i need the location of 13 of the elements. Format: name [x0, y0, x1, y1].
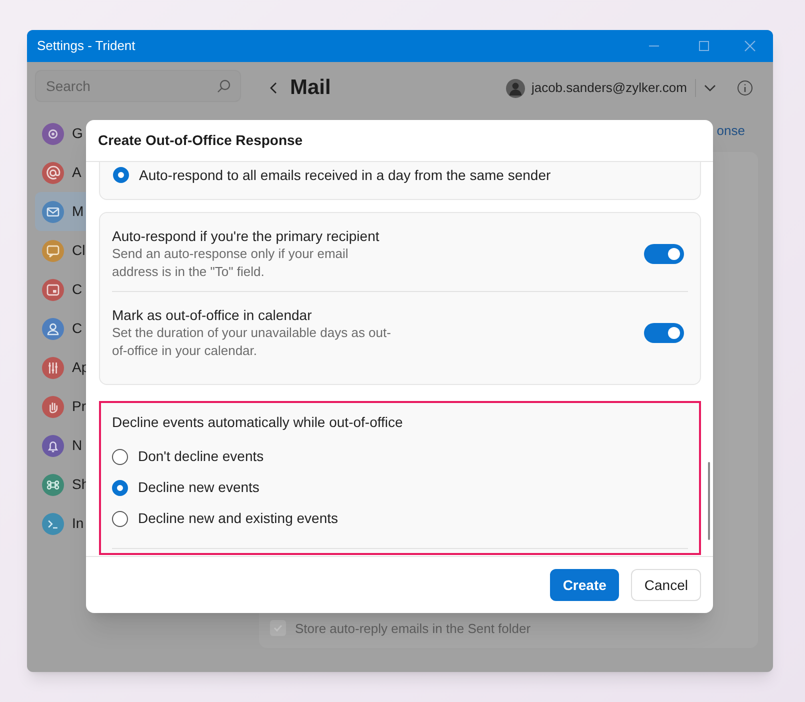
group-title: Decline events automatically while out-of-office — [112, 413, 404, 432]
setting-title: Auto-respond if you're the primary recipient — [112, 227, 380, 245]
checkbox-label: Store auto-reply emails in the Sent folder — [295, 620, 531, 638]
radio-label: Auto-respond to all emails received in a day from the same sender — [139, 166, 551, 185]
radio-label: Don't decline events — [138, 447, 264, 466]
radio-label: Decline new and existing events — [138, 509, 338, 528]
radio-label: Decline new events — [138, 478, 260, 497]
setting-description: Send an auto-response only if your email address is in the "To" field. — [112, 245, 350, 281]
setting-title: Mark as out-of-office in calendar — [112, 306, 313, 324]
setting-description: Set the duration of your unavailable days as out-of-office in your calendar. — [112, 324, 392, 360]
window-title: Settings - Trident — [37, 37, 136, 56]
dialog-title: Create Out-of-Office Response — [98, 131, 303, 150]
page-title: Mail — [290, 75, 331, 102]
